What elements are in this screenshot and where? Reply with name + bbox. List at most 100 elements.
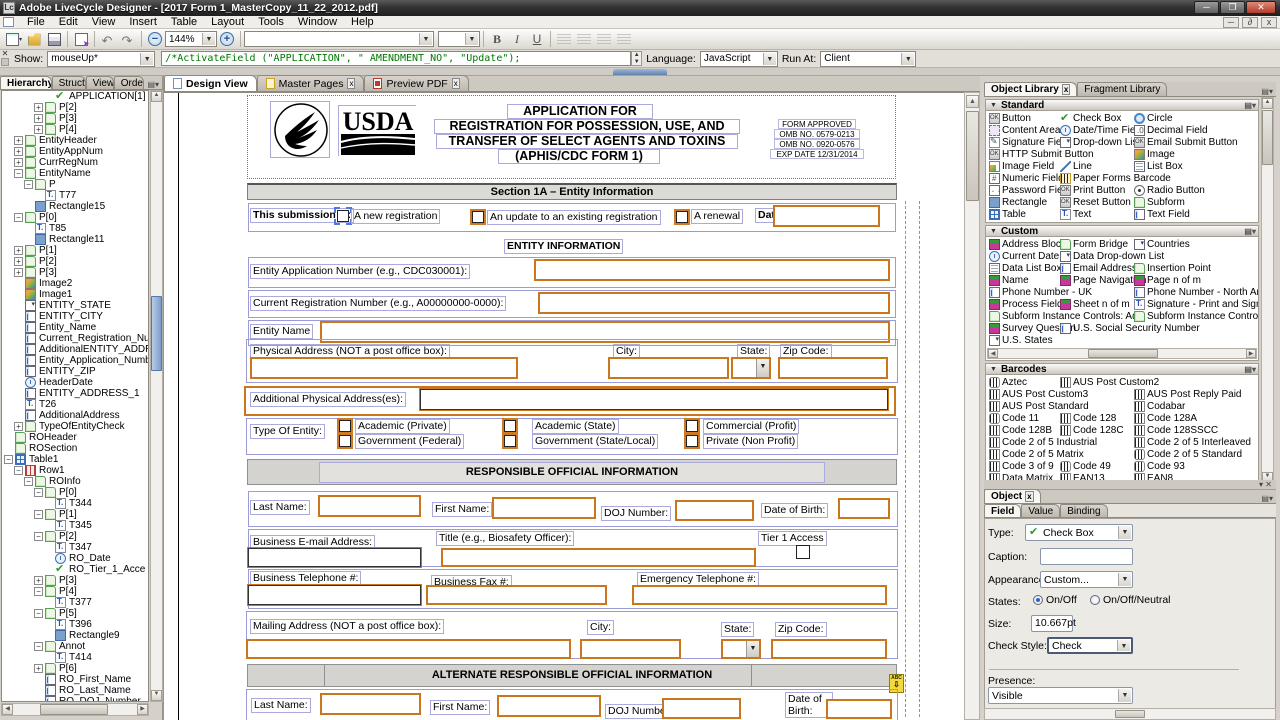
library-item[interactable]: Page n of m	[1134, 275, 1201, 286]
menu-tools[interactable]: Tools	[251, 16, 291, 29]
tree-item[interactable]: T377	[2, 597, 148, 608]
library-item[interactable]: Code 2 of 5 Interleaved	[1134, 437, 1251, 448]
tree-item[interactable]: −P	[2, 179, 148, 190]
collapse-icon[interactable]: ▼	[990, 366, 997, 373]
library-item[interactable]: Image	[1134, 149, 1175, 160]
event-combo[interactable]: mouseUp*▼	[47, 51, 155, 67]
tree-item[interactable]: +EntityAppNum	[2, 146, 148, 157]
library-item[interactable]: Code 128SSCC	[1134, 425, 1218, 436]
library-item[interactable]: Countries	[1134, 239, 1190, 250]
library-item[interactable]: Numeric Field	[989, 173, 1064, 184]
scroll-thumb[interactable]	[966, 111, 979, 201]
collapse-icon[interactable]: −	[34, 642, 43, 651]
tree-item[interactable]: −P[4]	[2, 586, 148, 597]
tree-item[interactable]: +P[1]	[2, 245, 148, 256]
tree-item[interactable]: Image1	[2, 289, 148, 300]
tree-item[interactable]: APPLICATION[1]	[2, 91, 148, 102]
tree-item[interactable]: Entity_Name	[2, 322, 148, 333]
form-checkbox[interactable]	[796, 545, 810, 559]
form-text-field[interactable]	[420, 389, 888, 410]
form-checkbox[interactable]	[337, 210, 349, 222]
tab-object-library[interactable]: Object Libraryx	[984, 82, 1077, 96]
hierarchy-hscrollbar[interactable]: ◀ ▶	[1, 703, 149, 716]
library-item[interactable]: Line	[1060, 161, 1092, 172]
tab-master-pages[interactable]: Master Pagesx	[257, 75, 365, 91]
form-text-field[interactable]	[608, 357, 729, 379]
tab-order[interactable]: Order	[114, 76, 145, 89]
tree-item[interactable]: Image2	[2, 278, 148, 289]
library-item[interactable]: Name	[989, 275, 1029, 286]
collapse-icon[interactable]: −	[34, 587, 43, 596]
scroll-up-icon[interactable]: ▲	[1262, 98, 1273, 109]
menu-window[interactable]: Window	[291, 16, 344, 29]
library-item[interactable]: Reset Button	[1060, 197, 1131, 208]
tree-item[interactable]: −P[0]	[2, 212, 148, 223]
underline-button[interactable]: U	[527, 30, 547, 48]
restore-button[interactable]: ❐	[1220, 1, 1245, 14]
library-item[interactable]: Insertion Point	[1134, 263, 1211, 274]
library-section-barcodes[interactable]: ▼Barcodes▤▾	[985, 363, 1259, 375]
tab-view[interactable]: View	[86, 76, 114, 89]
library-item[interactable]: Rectangle	[989, 197, 1047, 208]
script-code-input[interactable]: /*ActivateField ("APPLICATION", " AMENDM…	[161, 51, 631, 66]
tab-hierarchy[interactable]: Hierarchyx	[0, 76, 52, 89]
form-text-field[interactable]	[632, 585, 887, 605]
library-item[interactable]: Password Field	[989, 185, 1070, 196]
chevron-down-icon[interactable]: ▼	[746, 641, 759, 657]
library-item[interactable]: List Box	[1134, 161, 1183, 172]
library-vscrollbar[interactable]: ▲ ▼	[1261, 97, 1274, 484]
collapse-icon[interactable]: −	[14, 466, 23, 475]
palette-menu-icon[interactable]: ▤▾	[1258, 494, 1276, 503]
new-button[interactable]: ▾	[4, 30, 24, 48]
library-item[interactable]: HTTP Submit Button	[989, 149, 1094, 160]
expand-icon[interactable]: +	[34, 103, 43, 112]
tree-item[interactable]: ENTITY_ADDRESS_1	[2, 388, 148, 399]
save-button[interactable]	[44, 30, 64, 48]
undo-button[interactable]	[98, 30, 118, 48]
collapse-icon[interactable]: −	[34, 510, 43, 519]
minimize-button[interactable]: ─	[1194, 1, 1219, 14]
tree-item[interactable]: −P[0]	[2, 487, 148, 498]
collapse-icon[interactable]: −	[14, 213, 23, 222]
library-item[interactable]: Table	[989, 209, 1026, 220]
library-item[interactable]: Text Field	[1134, 209, 1190, 220]
scroll-up-icon[interactable]: ▲	[966, 95, 979, 108]
expand-icon[interactable]: +	[34, 576, 43, 585]
form-text-field[interactable]	[826, 699, 892, 719]
tree-item[interactable]: Rectangle9	[2, 630, 148, 641]
library-item[interactable]: Decimal Field	[1134, 125, 1208, 136]
collapse-icon[interactable]: −	[34, 532, 43, 541]
form-text-field[interactable]	[838, 498, 890, 519]
library-item[interactable]: AUS Post Standard	[989, 401, 1089, 412]
form-text-field[interactable]	[318, 495, 421, 517]
library-item[interactable]: Date/Time Field	[1060, 125, 1143, 136]
library-item[interactable]: Sheet n of m	[1060, 299, 1130, 310]
collapse-icon[interactable]: −	[34, 488, 43, 497]
library-item[interactable]: Process Fields	[989, 299, 1068, 310]
align-right-button[interactable]	[594, 30, 614, 48]
collapse-icon[interactable]: −	[24, 180, 33, 189]
tree-item[interactable]: T26	[2, 399, 148, 410]
tree-item[interactable]: Rectangle15	[2, 201, 148, 212]
tab-fragment-library[interactable]: Fragment Library	[1077, 82, 1167, 96]
library-item[interactable]: Current Date	[989, 251, 1059, 262]
close-icon[interactable]: x	[452, 78, 460, 89]
form-text-field[interactable]	[248, 585, 421, 605]
preview-button[interactable]	[71, 30, 91, 48]
library-hscrollbar[interactable]: ◀▶	[987, 348, 1257, 359]
tree-item[interactable]: Current_Registration_Number	[2, 333, 148, 344]
italic-button[interactable]: I	[507, 30, 527, 48]
tab-preview-pdf[interactable]: Preview PDFx	[364, 75, 468, 91]
script-spinner[interactable]: ▲▼	[631, 51, 642, 66]
close-icon[interactable]: x	[1025, 491, 1033, 502]
design-canvas[interactable]: USDAAPPLICATION FORREGISTRATION FOR POSS…	[164, 92, 964, 720]
tree-item[interactable]: +P[3]	[2, 267, 148, 278]
collapse-icon[interactable]: −	[24, 477, 33, 486]
tab-object[interactable]: Objectx	[984, 489, 1041, 503]
library-item[interactable]: Data List Box	[989, 263, 1061, 274]
redo-button[interactable]	[118, 30, 138, 48]
tree-item[interactable]: T345	[2, 520, 148, 531]
library-item[interactable]: Code 3 of 9	[989, 461, 1054, 472]
subtab-binding[interactable]: Binding	[1060, 504, 1107, 517]
library-item[interactable]: Signature Field	[989, 137, 1069, 148]
